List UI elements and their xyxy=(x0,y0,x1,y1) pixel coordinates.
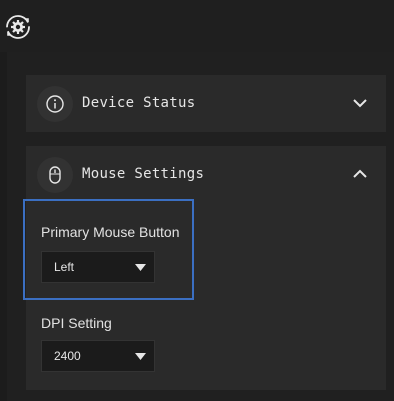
primary-button-select[interactable]: Left xyxy=(41,251,155,283)
device-status-header[interactable]: Device Status xyxy=(26,75,386,132)
info-icon xyxy=(46,95,64,113)
chevron-up-icon[interactable] xyxy=(351,167,369,181)
dpi-setting-label: DPI Setting xyxy=(41,315,112,331)
dropdown-caret-icon xyxy=(135,264,146,271)
mouse-icon xyxy=(49,166,61,184)
primary-button-label: Primary Mouse Button xyxy=(41,224,180,240)
top-bar xyxy=(0,0,394,52)
device-status-title: Device Status xyxy=(82,95,196,111)
device-status-icon-badge xyxy=(37,86,73,122)
dpi-setting-select[interactable]: 2400 xyxy=(41,340,155,372)
gear-sync-icon[interactable] xyxy=(5,14,31,40)
device-status-section: Device Status xyxy=(26,75,386,132)
dpi-setting-value: 2400 xyxy=(54,349,81,363)
chevron-down-icon[interactable] xyxy=(351,96,369,110)
primary-button-value: Left xyxy=(54,260,75,274)
mouse-settings-icon-badge xyxy=(37,157,73,193)
app-window: Device Status Mouse Settings Primary Mou… xyxy=(0,0,394,401)
dropdown-caret-icon xyxy=(135,353,146,360)
mouse-settings-header[interactable]: Mouse Settings xyxy=(26,146,386,203)
mouse-settings-title: Mouse Settings xyxy=(82,166,205,182)
